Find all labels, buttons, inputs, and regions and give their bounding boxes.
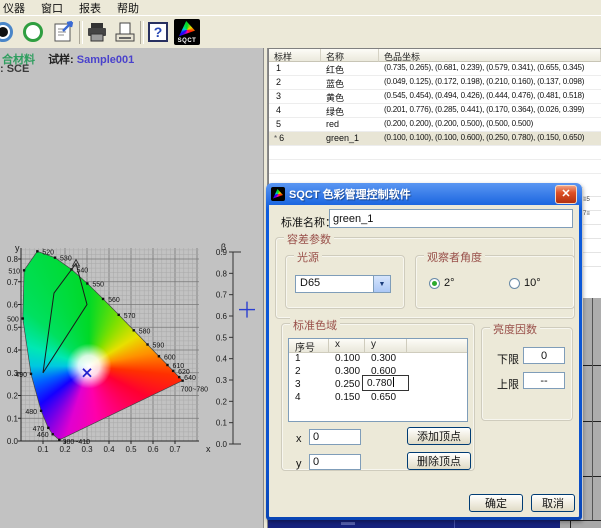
svg-text:0.8: 0.8 (216, 269, 228, 278)
svg-text:470: 470 (33, 426, 45, 433)
print-icon[interactable] (84, 19, 110, 45)
table-row[interactable]: 5red(0.200, 0.200), (0.200, 0.500), (0.5… (269, 118, 601, 132)
y-input[interactable] (309, 454, 361, 470)
selected-row-fragment (268, 520, 560, 528)
svg-text:560: 560 (108, 297, 120, 304)
lower-limit-input[interactable] (523, 347, 565, 364)
light-source-value: D65 (296, 276, 373, 292)
standards-table-header: 标样 名称 色品坐标 (269, 49, 601, 62)
chromaticity-chart-overlay[interactable]: 380~410460470480490500510520530540550560… (0, 48, 263, 528)
svg-text:0.0: 0.0 (216, 440, 228, 449)
svg-text:510: 510 (8, 268, 20, 275)
upper-limit-input[interactable] (523, 372, 565, 389)
svg-text:0.7: 0.7 (216, 291, 228, 300)
svg-text:0.3: 0.3 (216, 376, 228, 385)
standard-name-label: 标准名称： (281, 214, 336, 230)
menu-bar: 仪器 窗口 报表 帮助 (0, 0, 596, 15)
column-header-standard[interactable]: 标样 (269, 49, 321, 62)
delete-vertex-button[interactable]: 删除顶点 (407, 452, 471, 470)
vertex-edit-input[interactable]: 0.780 (362, 375, 409, 391)
svg-text:0.5: 0.5 (216, 333, 228, 342)
table-row[interactable]: *6green_1(0.100, 0.100), (0.100, 0.600),… (269, 132, 601, 146)
toolbar: ? SQCT (0, 15, 601, 49)
svg-text:0.4: 0.4 (216, 355, 228, 364)
svg-text:0.6: 0.6 (216, 312, 228, 321)
observer-caption: 观察者角度 (424, 249, 485, 265)
svg-text:500: 500 (7, 317, 19, 324)
svg-text:380~410: 380~410 (63, 439, 91, 446)
dialog-titlebar[interactable]: SQCT 色彩管理控制软件 ✕ (269, 183, 579, 205)
svg-text:600: 600 (164, 354, 176, 361)
help-icon[interactable]: ? (145, 19, 171, 45)
tolerance-group-caption: 容差参数 (284, 231, 334, 247)
vertex-col-y[interactable]: y (365, 339, 407, 353)
svg-text:570: 570 (124, 313, 136, 320)
table-row-empty[interactable] (269, 146, 601, 160)
svg-text:0.9: 0.9 (216, 248, 228, 257)
svg-text:0.1: 0.1 (216, 419, 228, 428)
vertex-col-x[interactable]: x (329, 339, 365, 353)
standard-edit-dialog: SQCT 色彩管理控制软件 ✕ 标准名称： 容差参数 光源 D65 ▼ 观察者角… (266, 183, 582, 520)
table-row[interactable]: 1红色(0.735, 0.265), (0.681, 0.239), (0.57… (269, 62, 601, 76)
table-row[interactable]: 3黄色(0.545, 0.454), (0.494, 0.426), (0.44… (269, 90, 601, 104)
ok-button[interactable]: 确定 (469, 494, 523, 512)
svg-text:460: 460 (37, 432, 49, 439)
standard-name-input[interactable] (329, 209, 573, 228)
vertex-row[interactable]: 40.1500.650 (289, 392, 467, 405)
svg-text:530: 530 (60, 256, 72, 263)
observer-10deg-radio[interactable]: 10° (509, 277, 541, 289)
svg-text:580: 580 (139, 328, 151, 335)
sample-measure-icon[interactable] (20, 19, 46, 45)
close-icon[interactable]: ✕ (555, 185, 577, 204)
sqct-logo-icon[interactable]: SQCT (174, 19, 200, 45)
toolbar-separator (140, 21, 144, 44)
standard-measure-icon[interactable] (0, 19, 16, 45)
svg-text:640: 640 (184, 375, 196, 382)
table-row-empty[interactable] (269, 160, 601, 174)
background-grid-fragment (583, 298, 601, 528)
chevron-down-icon[interactable]: ▼ (373, 276, 390, 292)
dialog-icon (271, 187, 285, 201)
observer-10deg-label: 10° (524, 277, 541, 289)
y-input-label: y (296, 458, 302, 470)
observer-2deg-radio[interactable]: 2° (429, 277, 455, 289)
table-row[interactable]: 4绿色(0.201, 0.776), (0.285, 0.441), (0.17… (269, 104, 601, 118)
dialog-title: SQCT 色彩管理控制软件 (289, 186, 551, 202)
svg-text:590: 590 (153, 342, 165, 349)
vertex-row[interactable]: 10.1000.300 (289, 353, 467, 366)
app-window: 仪器 窗口 报表 帮助 ? SQCT 合材料 试样: Sample001 : S… (0, 0, 601, 528)
print-output-icon[interactable] (112, 19, 138, 45)
gamut-caption: 标准色域 (290, 317, 340, 333)
vertex-col-empty (407, 339, 467, 353)
svg-text:550: 550 (92, 282, 104, 289)
add-vertex-button[interactable]: 添加顶点 (407, 427, 471, 445)
observer-2deg-label: 2° (444, 277, 455, 289)
toolbar-separator (79, 21, 83, 44)
lower-limit-label: 下限 (497, 351, 519, 367)
background-corner-fragment (560, 520, 601, 528)
svg-text:0.2: 0.2 (216, 397, 228, 406)
light-source-caption: 光源 (294, 249, 322, 265)
background-table-fragment: ≡5 7≡ (583, 183, 601, 298)
svg-text:700~780: 700~780 (181, 387, 209, 394)
svg-text:520: 520 (42, 249, 54, 256)
chart-panel: 合材料 试样: Sample001 : SCE 0.10.20.30.40.50… (0, 48, 263, 528)
x-input[interactable] (309, 429, 361, 445)
vertex-col-index[interactable]: 序号 (289, 339, 329, 353)
light-source-select[interactable]: D65 ▼ (295, 275, 391, 293)
x-input-label: x (296, 433, 302, 445)
column-header-coords[interactable]: 色品坐标 (379, 49, 601, 62)
cancel-button[interactable]: 取消 (531, 494, 575, 512)
column-header-name[interactable]: 名称 (321, 49, 379, 62)
table-row[interactable]: 2蓝色(0.049, 0.125), (0.172, 0.198), (0.21… (269, 76, 601, 90)
luminance-caption: 亮度因数 (490, 321, 540, 337)
report-icon[interactable] (51, 19, 77, 45)
svg-text:490: 490 (15, 372, 27, 379)
svg-text:480: 480 (25, 409, 37, 416)
upper-limit-label: 上限 (497, 376, 519, 392)
